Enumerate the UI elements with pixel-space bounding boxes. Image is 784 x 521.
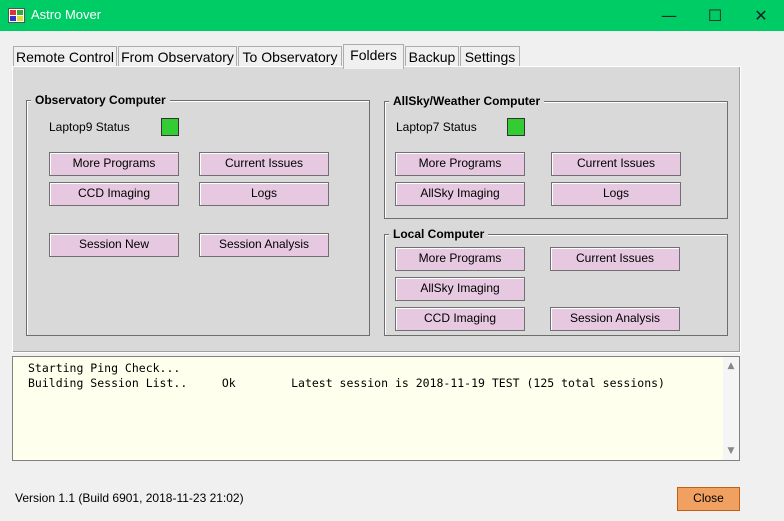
- title-bar: Astro Mover — ☐ ✕: [0, 0, 784, 31]
- window-title: Astro Mover: [31, 7, 102, 22]
- group-title: AllSky/Weather Computer: [389, 94, 545, 108]
- log-text: Starting Ping Check... Building Session L…: [28, 361, 665, 391]
- group-title: Observatory Computer: [31, 93, 170, 107]
- close-window-icon[interactable]: ✕: [738, 0, 784, 31]
- group-title: Local Computer: [389, 227, 489, 241]
- version-label: Version 1.1 (Build 6901, 2018-11-23 21:0…: [15, 491, 244, 505]
- allsky-weather-computer-group: AllSky/Weather Computer Laptop7 Status M…: [384, 94, 728, 219]
- local-current-issues-button[interactable]: Current Issues: [550, 247, 680, 271]
- tab-folders[interactable]: Folders: [343, 44, 404, 69]
- allsky-more-programs-button[interactable]: More Programs: [395, 152, 525, 176]
- tab-from-observatory[interactable]: From Observatory: [118, 46, 237, 68]
- log-output[interactable]: Starting Ping Check... Building Session L…: [12, 356, 740, 461]
- tab-remote-control[interactable]: Remote Control: [13, 46, 117, 68]
- folders-panel: Observatory Computer Laptop9 Status More…: [12, 66, 741, 353]
- minimize-icon[interactable]: —: [646, 0, 692, 31]
- obs-session-analysis-button[interactable]: Session Analysis: [199, 233, 329, 257]
- obs-current-issues-button[interactable]: Current Issues: [199, 152, 329, 176]
- scroll-up-icon[interactable]: ▲: [723, 358, 739, 374]
- tab-settings[interactable]: Settings: [460, 46, 520, 68]
- allsky-current-issues-button[interactable]: Current Issues: [551, 152, 681, 176]
- local-computer-group: Local Computer More Programs Current Iss…: [384, 227, 728, 336]
- allsky-logs-button[interactable]: Logs: [551, 182, 681, 206]
- log-line: Starting Ping Check...: [28, 361, 181, 375]
- obs-ccd-imaging-button[interactable]: CCD Imaging: [49, 182, 179, 206]
- local-allsky-imaging-button[interactable]: AllSky Imaging: [395, 277, 525, 301]
- app-icon: [8, 8, 25, 23]
- tab-to-observatory[interactable]: To Observatory: [238, 46, 342, 68]
- allsky-allsky-imaging-button[interactable]: AllSky Imaging: [395, 182, 525, 206]
- obs-more-programs-button[interactable]: More Programs: [49, 152, 179, 176]
- laptop7-status-label: Laptop7 Status: [396, 120, 477, 134]
- maximize-icon[interactable]: ☐: [692, 0, 738, 31]
- obs-session-new-button[interactable]: Session New: [49, 233, 179, 257]
- scroll-down-icon[interactable]: ▼: [723, 443, 739, 459]
- laptop9-status-label: Laptop9 Status: [49, 120, 130, 134]
- obs-logs-button[interactable]: Logs: [199, 182, 329, 206]
- close-button[interactable]: Close: [677, 487, 740, 511]
- laptop9-status-indicator: [161, 118, 179, 136]
- local-session-analysis-button[interactable]: Session Analysis: [550, 307, 680, 331]
- local-ccd-imaging-button[interactable]: CCD Imaging: [395, 307, 525, 331]
- log-scrollbar[interactable]: ▲ ▼: [723, 357, 739, 460]
- log-line: Building Session List.. Ok Latest sessio…: [28, 376, 665, 390]
- laptop7-status-indicator: [507, 118, 525, 136]
- tab-backup[interactable]: Backup: [405, 46, 459, 68]
- local-more-programs-button[interactable]: More Programs: [395, 247, 525, 271]
- observatory-computer-group: Observatory Computer Laptop9 Status More…: [26, 93, 370, 336]
